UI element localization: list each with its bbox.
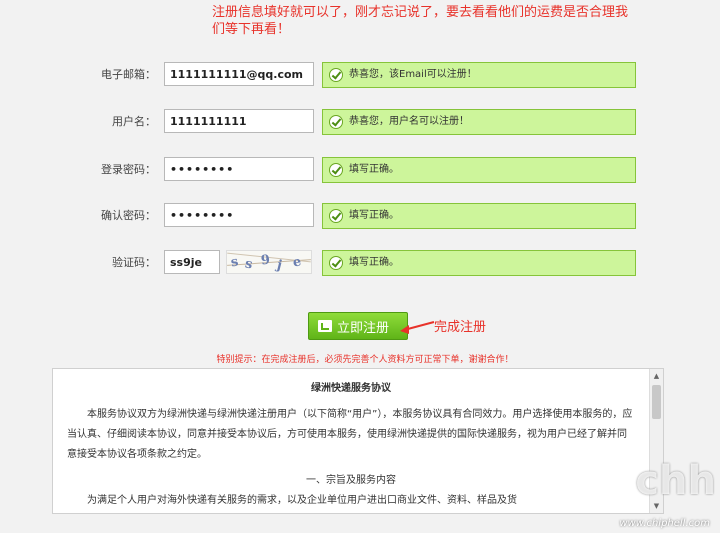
confirm-password-hint: 填写正确。 — [322, 203, 636, 229]
email-field[interactable] — [164, 62, 314, 86]
watermark: chh www.chiphell.com — [619, 458, 716, 531]
register-button-label: 立即注册 — [337, 320, 390, 336]
special-tip: 特别提示：在完成注册后，必须先完善个人资料方可正常下单，谢谢合作！ — [216, 355, 514, 365]
captcha-hint-text: 填写正确。 — [349, 257, 399, 268]
agreement-section-text: 为满足个人用户对海外快递有关服务的需求，以及企业单位用户进出口商业文件、资料、样… — [87, 495, 517, 506]
username-label: 用户名： — [112, 115, 156, 128]
captcha-char: s — [229, 254, 240, 271]
username-field[interactable] — [164, 109, 314, 133]
password-hint: 填写正确。 — [322, 157, 636, 183]
captcha-row: 验证码： ss9je 填写正确。 — [0, 250, 720, 276]
confirm-password-label: 确认密码： — [101, 209, 156, 222]
captcha-field[interactable] — [164, 250, 220, 274]
check-icon — [329, 256, 343, 270]
check-icon — [329, 68, 343, 82]
captcha-char: e — [291, 254, 303, 271]
register-button[interactable]: 立即注册 — [308, 312, 408, 340]
password-row: 登录密码： 填写正确。 — [0, 157, 720, 183]
agreement-section-title: 一、宗旨及服务内容 — [306, 475, 396, 486]
username-hint-text: 恭喜您，用户名可以注册！ — [349, 116, 469, 127]
captcha-hint: 填写正确。 — [322, 250, 636, 276]
confirm-password-field[interactable] — [164, 203, 314, 227]
scroll-up-icon[interactable]: ▲ — [652, 371, 661, 381]
scroll-thumb[interactable] — [652, 385, 661, 419]
check-icon — [329, 163, 343, 177]
watermark-url: www.chiphell.com — [619, 518, 710, 529]
password-field[interactable] — [164, 157, 314, 181]
username-row: 用户名： 恭喜您，用户名可以注册！ — [0, 109, 720, 135]
agreement-title: 绿洲快递服务协议 — [311, 383, 391, 394]
email-hint: 恭喜您，该Email可以注册！ — [322, 62, 636, 88]
username-hint: 恭喜您，用户名可以注册！ — [322, 109, 636, 135]
email-hint-text: 恭喜您，该Email可以注册！ — [349, 69, 477, 80]
confirm-password-hint-text: 填写正确。 — [349, 210, 399, 221]
arrow-icon — [400, 321, 435, 334]
agreement-paragraph: 本服务协议双方为绿洲快递与绿洲快递注册用户（以下简称“用户”），本服务协议具有合… — [67, 409, 633, 460]
email-label: 电子邮箱： — [101, 68, 156, 81]
annotation-note: 注册信息填好就可以了，刚才忘记说了，要去看看他们的运费是否合理我们等下再看！ — [212, 5, 629, 37]
check-icon — [329, 209, 343, 223]
password-hint-text: 填写正确。 — [349, 164, 399, 175]
confirm-password-row: 确认密码： 填写正确。 — [0, 203, 720, 229]
password-label: 登录密码： — [101, 163, 156, 176]
captcha-char: 9 — [260, 252, 271, 269]
captcha-label: 验证码： — [112, 256, 156, 269]
captcha-image[interactable]: ss9je — [226, 250, 312, 274]
watermark-logo: chh — [635, 458, 716, 504]
agreement-body: 绿洲快递服务协议 本服务协议双方为绿洲快递与绿洲快递注册用户（以下简称“用户”）… — [53, 369, 649, 513]
annotation-complete: 完成注册 — [434, 320, 487, 335]
check-icon — [329, 115, 343, 129]
agreement-box[interactable]: 绿洲快递服务协议 本服务协议双方为绿洲快递与绿洲快递注册用户（以下简称“用户”）… — [52, 368, 664, 514]
captcha-char: j — [275, 257, 284, 274]
captcha-char: s — [243, 256, 254, 273]
email-row: 电子邮箱： 恭喜您，该Email可以注册！ — [0, 62, 720, 88]
register-icon — [318, 320, 332, 332]
